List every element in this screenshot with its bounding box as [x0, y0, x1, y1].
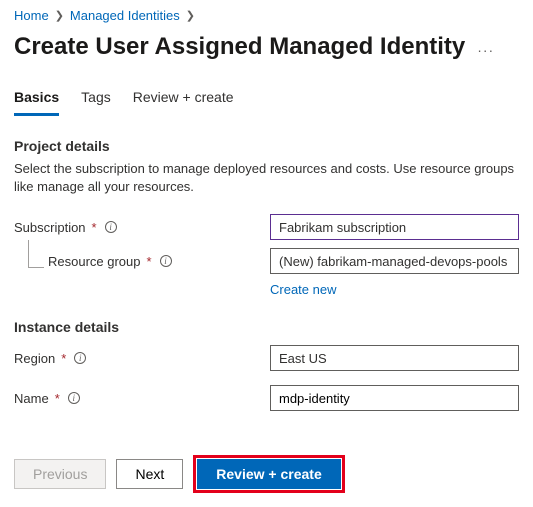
region-label: Region: [14, 351, 55, 366]
instance-details-heading: Instance details: [0, 297, 533, 341]
create-new-link[interactable]: Create new: [0, 278, 533, 297]
subscription-dropdown[interactable]: Fabrikam subscription: [270, 214, 519, 240]
info-icon[interactable]: i: [68, 392, 80, 404]
breadcrumb-managed-identities[interactable]: Managed Identities: [70, 8, 180, 23]
breadcrumb-home[interactable]: Home: [14, 8, 49, 23]
project-details-description: Select the subscription to manage deploy…: [0, 160, 533, 210]
required-asterisk: *: [92, 220, 97, 235]
breadcrumb: Home ❯ Managed Identities ❯: [0, 0, 533, 27]
highlight-box: Review + create: [193, 455, 344, 493]
info-icon[interactable]: i: [74, 352, 86, 364]
required-asterisk: *: [61, 351, 66, 366]
name-label: Name: [14, 391, 49, 406]
resource-group-row: Resource group * i (New) fabrikam-manage…: [0, 244, 533, 278]
info-icon[interactable]: i: [160, 255, 172, 267]
chevron-right-icon: ❯: [55, 9, 64, 22]
region-row: Region * i East US: [0, 341, 533, 375]
region-dropdown[interactable]: East US: [270, 345, 519, 371]
required-asterisk: *: [147, 254, 152, 269]
subscription-row: Subscription * i Fabrikam subscription: [0, 210, 533, 244]
tab-tags[interactable]: Tags: [81, 83, 111, 116]
page-title: Create User Assigned Managed Identity: [14, 33, 465, 61]
review-create-button[interactable]: Review + create: [197, 459, 340, 489]
info-icon[interactable]: i: [105, 221, 117, 233]
tree-connector-icon: [28, 240, 44, 268]
resource-group-dropdown[interactable]: (New) fabrikam-managed-devops-pools: [270, 248, 519, 274]
project-details-heading: Project details: [0, 116, 533, 160]
region-value: East US: [279, 351, 327, 366]
previous-button: Previous: [14, 459, 106, 489]
tab-review-create[interactable]: Review + create: [133, 83, 234, 116]
tab-strip: Basics Tags Review + create: [0, 83, 533, 116]
resource-group-value: (New) fabrikam-managed-devops-pools: [279, 254, 507, 269]
more-icon[interactable]: ···: [477, 36, 494, 58]
chevron-right-icon: ❯: [186, 9, 195, 22]
page-title-bar: Create User Assigned Managed Identity ··…: [0, 27, 533, 83]
name-input[interactable]: [270, 385, 519, 411]
subscription-label: Subscription: [14, 220, 86, 235]
required-asterisk: *: [55, 391, 60, 406]
name-row: Name * i: [0, 381, 533, 415]
wizard-footer: Previous Next Review + create: [0, 445, 533, 507]
tab-basics[interactable]: Basics: [14, 83, 59, 116]
subscription-value: Fabrikam subscription: [279, 220, 406, 235]
resource-group-label: Resource group: [48, 254, 141, 269]
next-button[interactable]: Next: [116, 459, 183, 489]
